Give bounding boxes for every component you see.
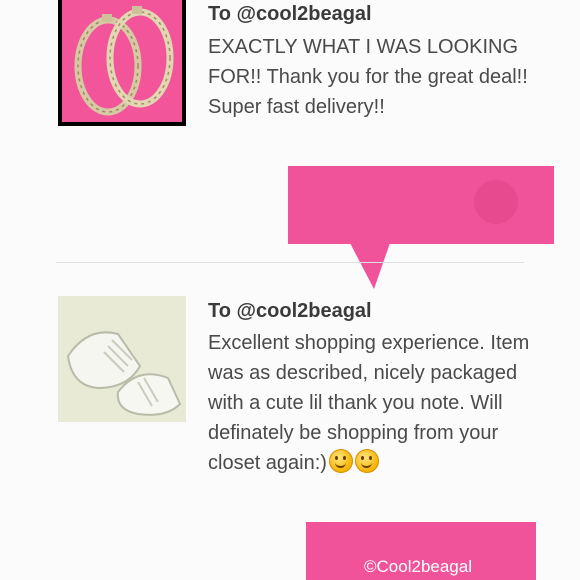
sneakers-thumbnail[interactable] — [58, 296, 186, 422]
review-recipient[interactable]: To @cool2beagal — [208, 2, 372, 26]
review-text: EXACTLY WHAT I WAS LOOKING FOR!! Thank y… — [208, 36, 528, 118]
hoop-earrings-icon — [74, 6, 174, 116]
review-text: Excellent shopping experience. Item was … — [208, 328, 538, 478]
watermark: ©Cool2beagal — [364, 557, 472, 576]
earrings-thumbnail[interactable] — [58, 0, 186, 126]
review-recipient[interactable]: To @cool2beagal — [208, 299, 372, 323]
sneakers-icon — [58, 296, 186, 422]
divider — [56, 262, 524, 263]
smiling-face-icon — [354, 449, 379, 473]
smiling-face-icon — [328, 449, 353, 473]
